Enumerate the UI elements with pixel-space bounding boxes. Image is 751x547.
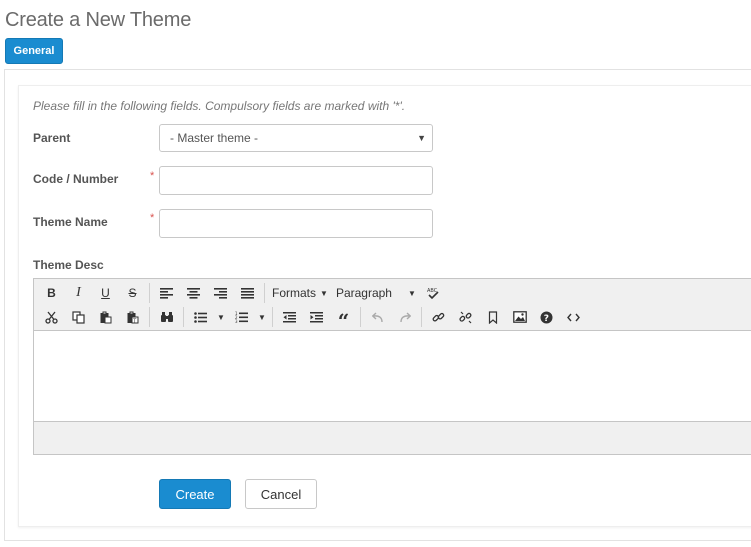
form-instructions: Please fill in the following fields. Com…	[33, 99, 406, 113]
align-right-icon[interactable]	[207, 282, 234, 304]
undo-icon[interactable]	[364, 306, 391, 328]
outdent-icon[interactable]	[276, 306, 303, 328]
paste-icon[interactable]	[92, 306, 119, 328]
parent-select[interactable]: - Master theme - ▼	[159, 124, 433, 152]
chevron-down-icon: ▼	[417, 133, 426, 143]
underline-icon[interactable]: U	[92, 282, 119, 304]
parent-label: Parent	[33, 131, 71, 145]
copy-icon[interactable]	[65, 306, 92, 328]
code-label: Code / Number	[33, 172, 119, 186]
toolbar-divider	[149, 283, 150, 303]
toolbar-divider	[149, 307, 150, 327]
caret-down-icon[interactable]: ▼	[214, 306, 228, 328]
cancel-button[interactable]: Cancel	[245, 479, 317, 509]
bold-icon[interactable]: B	[38, 282, 65, 304]
formats-label: Formats	[272, 286, 317, 300]
formats-dropdown[interactable]: Formats ▼	[268, 282, 332, 304]
help-icon[interactable]: ?	[533, 306, 560, 328]
numbered-list-icon[interactable]: 123	[228, 306, 255, 328]
image-icon[interactable]	[506, 306, 533, 328]
editor-statusbar	[34, 421, 751, 454]
indent-icon[interactable]	[303, 306, 330, 328]
caret-down-icon: ▼	[408, 288, 416, 298]
tab-general[interactable]: General	[5, 38, 63, 64]
redo-icon[interactable]	[391, 306, 418, 328]
toolbar-divider	[421, 307, 422, 327]
theme-name-input[interactable]	[159, 209, 433, 238]
rich-text-editor: B I U S Formats ▼ Paragraph ▼ ABC T ▼ 1 …	[33, 278, 751, 455]
toolbar-divider	[183, 307, 184, 327]
theme-name-label: Theme Name	[33, 215, 108, 229]
required-marker: *	[150, 212, 155, 224]
cut-icon[interactable]	[38, 306, 65, 328]
toolbar-divider	[360, 307, 361, 327]
paragraph-label: Paragraph	[335, 286, 392, 300]
bookmark-icon[interactable]	[479, 306, 506, 328]
required-marker: *	[150, 170, 155, 182]
strikethrough-icon[interactable]: S	[119, 282, 146, 304]
create-button[interactable]: Create	[159, 479, 231, 509]
find-icon[interactable]	[153, 306, 180, 328]
align-left-icon[interactable]	[153, 282, 180, 304]
svg-text:?: ?	[544, 314, 549, 324]
align-center-icon[interactable]	[180, 282, 207, 304]
editor-content-area[interactable]	[34, 331, 751, 422]
align-justify-icon[interactable]	[234, 282, 261, 304]
theme-desc-label: Theme Desc	[33, 258, 104, 272]
toolbar-divider	[264, 283, 265, 303]
svg-text:3: 3	[235, 319, 238, 323]
parent-select-value: - Master theme -	[170, 131, 259, 145]
editor-toolbar: B I U S Formats ▼ Paragraph ▼ ABC T ▼ 1 …	[34, 279, 751, 331]
link-icon[interactable]	[425, 306, 452, 328]
page-title: Create a New Theme	[5, 9, 192, 31]
caret-down-icon[interactable]: ▼	[255, 306, 269, 328]
toolbar-divider	[272, 307, 273, 327]
paste-text-icon[interactable]: T	[119, 306, 146, 328]
blockquote-icon[interactable]: “	[330, 306, 357, 331]
caret-down-icon: ▼	[320, 288, 328, 298]
bullet-list-icon[interactable]	[187, 306, 214, 328]
italic-icon[interactable]: I	[65, 282, 92, 304]
unlink-icon[interactable]	[452, 306, 479, 328]
paragraph-dropdown[interactable]: Paragraph ▼	[332, 282, 420, 304]
code-input[interactable]	[159, 166, 433, 195]
source-code-icon[interactable]	[560, 306, 587, 328]
spellcheck-icon[interactable]: ABC	[420, 282, 447, 304]
